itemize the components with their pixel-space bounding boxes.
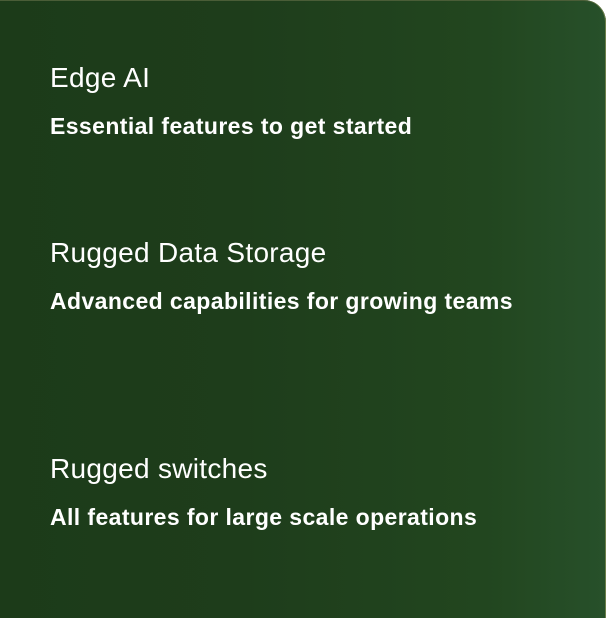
menu-item-description: All features for large scale operations — [50, 504, 478, 530]
feature-menu-card: Edge AI Essential features to get starte… — [0, 0, 606, 618]
menu-item-title: Edge AI — [50, 62, 151, 93]
menu-item-rugged-data-storage[interactable]: Rugged Data Storage Advanced capabilitie… — [50, 236, 550, 321]
menu-item-rugged-switches[interactable]: Rugged switches All features for large s… — [50, 452, 550, 537]
menu-item-description: Essential features to get started — [50, 113, 413, 139]
menu-item-title: Rugged Data Storage — [50, 237, 327, 268]
menu-item-edge-ai[interactable]: Edge AI Essential features to get starte… — [50, 61, 550, 146]
menu-item-title: Rugged switches — [50, 453, 268, 484]
menu-item-description: Advanced capabilities for growing teams — [50, 288, 513, 314]
